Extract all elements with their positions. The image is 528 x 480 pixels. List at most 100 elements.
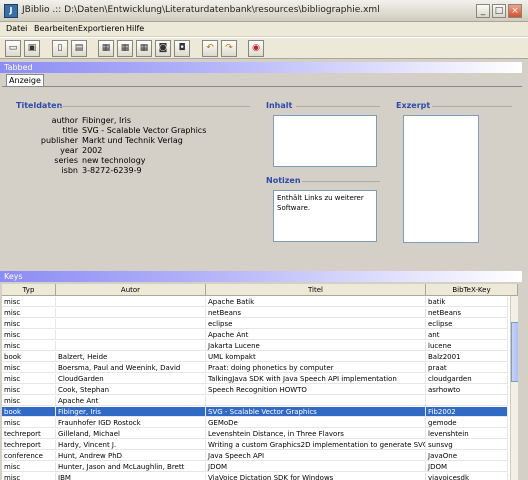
year-value: 2002: [82, 146, 103, 155]
cell-bibtex-key: sunsvg: [426, 440, 508, 450]
minimize-button[interactable]: _: [476, 4, 490, 18]
inhalt-divider: [296, 106, 380, 107]
table-row[interactable]: book Balzert, Heide UML kompakt Balz2001: [2, 352, 508, 362]
cell-titel: Java Speech API: [206, 451, 426, 461]
cell-bibtex-key: Balz2001: [426, 352, 508, 362]
cell-typ: misc: [2, 418, 56, 428]
menu-bearbeiten[interactable]: Bearbeiten: [34, 24, 78, 33]
cell-bibtex-key: cloudgarden: [426, 374, 508, 384]
cell-autor: Fraunhofer IGD Rostock: [56, 418, 206, 428]
save-icon[interactable]: ▣: [24, 40, 40, 57]
undo-icon[interactable]: ↶: [202, 40, 218, 57]
cell-bibtex-key: gemode: [426, 418, 508, 428]
titeldaten-divider: [60, 106, 250, 107]
menu-hilfe[interactable]: Hilfe: [126, 24, 144, 33]
menu-exportieren[interactable]: Exportieren: [78, 24, 124, 33]
cell-autor: [56, 308, 206, 318]
table-row[interactable]: misc CloudGarden TalkingJava SDK with Java…: [2, 374, 508, 384]
cell-typ: techreport: [2, 429, 56, 439]
cell-bibtex-key: ant: [426, 330, 508, 340]
cell-bibtex-key: asrhowto: [426, 385, 508, 395]
database-search-icon[interactable]: ◘: [174, 40, 190, 57]
cell-titel: Writing a custom Graphics2D implementati…: [208, 440, 426, 450]
cell-bibtex-key: praat: [426, 363, 508, 373]
cell-autor: Apache Ant: [56, 396, 206, 406]
table-row[interactable]: misc Hunter, Jason and McLaughlin, Brett J…: [2, 462, 508, 472]
cell-typ: book: [2, 352, 56, 362]
database-icon[interactable]: ◙: [155, 40, 171, 57]
cell-autor: Hunt, Andrew PhD: [56, 451, 206, 461]
grid1-icon[interactable]: ▦: [98, 40, 114, 57]
new-document-icon[interactable]: ▯: [52, 40, 68, 57]
menu-datei[interactable]: Datei: [6, 24, 27, 33]
column-header-titel[interactable]: Titel: [206, 284, 426, 296]
notizen-textarea[interactable]: Enthält Links zu weiterer Software.: [273, 190, 377, 242]
field-labels: author title publisher year series isbn: [2, 116, 78, 176]
cell-typ: misc: [2, 297, 56, 307]
cell-titel: UML kompakt: [206, 352, 426, 362]
grid2-icon[interactable]: ▦: [117, 40, 133, 57]
cell-typ: misc: [2, 363, 56, 373]
table-row[interactable]: misc Apache Ant: [2, 396, 508, 406]
inhalt-heading: Inhalt: [266, 101, 293, 110]
cell-autor: Cook, Stephan: [56, 385, 206, 395]
cell-typ: misc: [2, 341, 56, 351]
cell-titel: Levenshtein Distance, in Three Flavors: [206, 429, 426, 439]
cell-autor: Boersma, Paul and Weenink, David: [56, 363, 206, 373]
column-header-bibtex-key[interactable]: BibTeX-Key: [426, 284, 518, 296]
exzerpt-textarea[interactable]: [403, 115, 479, 243]
cell-autor: [56, 297, 206, 307]
cell-titel: netBeans: [206, 308, 426, 318]
keys-section-bar: Keys: [0, 271, 522, 282]
notizen-divider: [302, 181, 380, 182]
redo-icon[interactable]: ↷: [221, 40, 237, 57]
cell-typ: misc: [2, 374, 56, 384]
author-label: author: [51, 116, 78, 125]
cell-typ: techreport: [2, 440, 56, 450]
cell-autor: CloudGarden: [56, 374, 206, 384]
table-row[interactable]: misc Jakarta Lucene lucene: [2, 341, 508, 351]
table-row[interactable]: misc Fraunhofer IGD Rostock GEMoDe gemode: [2, 418, 508, 428]
exzerpt-divider: [432, 106, 512, 107]
cell-bibtex-key: lucene: [426, 341, 508, 351]
inhalt-textarea[interactable]: [273, 115, 377, 167]
table-row[interactable]: book Fibinger, Iris SVG - Scalable Vector …: [2, 407, 508, 417]
close-button[interactable]: ×: [508, 4, 522, 18]
cell-bibtex-key: Fib2002: [426, 407, 508, 417]
cell-bibtex-key: viavoicesdk: [426, 473, 508, 480]
tabbed-section-bar: Tabbed: [0, 62, 522, 73]
bookmark-icon[interactable]: ◉: [248, 40, 264, 57]
year-label: year: [60, 146, 78, 155]
table-row[interactable]: techreport Gilleland, Michael Levenshtein …: [2, 429, 508, 439]
menu-bar: Datei Bearbeiten Exportieren Hilfe: [0, 22, 528, 36]
author-value: Fibinger, Iris: [82, 116, 132, 125]
table-row[interactable]: misc IBM ViaVoice Dictation SDK for Window…: [2, 473, 508, 480]
publisher-value: Markt und Technik Verlag: [82, 136, 183, 145]
series-value: new technology: [82, 156, 146, 165]
open-folder-icon[interactable]: ▭: [5, 40, 21, 57]
table-row[interactable]: misc Boersma, Paul and Weenink, David Praa…: [2, 363, 508, 373]
title-bar: J JBiblio .:: D:\Daten\Entwicklung\Liter…: [0, 0, 528, 22]
column-header-autor[interactable]: Autor: [56, 284, 206, 296]
cell-autor: [56, 330, 206, 340]
table-row[interactable]: misc netBeans netBeans: [2, 308, 508, 318]
table-row[interactable]: misc eclipse eclipse: [2, 319, 508, 329]
cell-titel: eclipse: [206, 319, 426, 329]
table-row[interactable]: conference Hunt, Andrew PhD Java Speech AP…: [2, 451, 508, 461]
maximize-button[interactable]: □: [492, 4, 506, 18]
cell-titel: Apache Batik: [206, 297, 426, 307]
table-row[interactable]: misc Apache Batik batik: [2, 297, 508, 307]
grid3-icon[interactable]: ▦: [136, 40, 152, 57]
column-header-typ[interactable]: Typ: [2, 284, 56, 296]
cell-bibtex-key: JDOM: [426, 462, 508, 472]
table-row[interactable]: misc Cook, Stephan Speech Recognition HOWT…: [2, 385, 508, 395]
series-label: series: [54, 156, 78, 165]
table-row[interactable]: misc Apache Ant ant: [2, 330, 508, 340]
cell-titel: Apache Ant: [206, 330, 426, 340]
detail-panel: Titeldaten author title publisher year s…: [2, 86, 522, 268]
table-row[interactable]: techreport Hardy, Vincent J. Writing a cus…: [2, 440, 508, 450]
table-scrollbar[interactable]: [510, 296, 518, 480]
cell-bibtex-key: JavaOne: [426, 451, 508, 461]
print-icon[interactable]: ▤: [71, 40, 87, 57]
scrollbar-thumb[interactable]: [511, 322, 518, 382]
